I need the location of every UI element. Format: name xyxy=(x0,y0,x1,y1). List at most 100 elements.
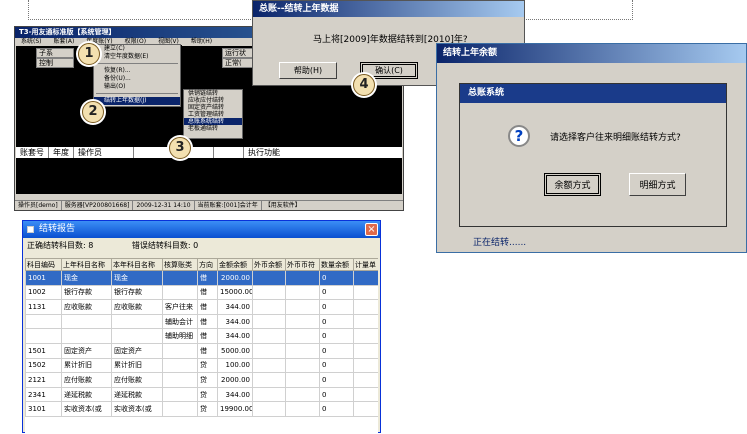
column-header[interactable]: 外币余额 xyxy=(252,258,286,271)
table-cell xyxy=(162,270,198,286)
submenu-item-receivable[interactable]: 应收应付结转 xyxy=(184,97,242,104)
table-row[interactable]: 2341 递延税款 递延税款贷 344.00 0 xyxy=(25,386,378,403)
table-cell: 0 xyxy=(319,401,354,417)
table-cell xyxy=(353,270,378,286)
column-header[interactable]: 方向 xyxy=(197,258,218,271)
table-cell xyxy=(285,284,320,301)
table-cell: 344.00 xyxy=(217,299,253,315)
table-cell xyxy=(61,313,112,330)
submenu-item-general-ledger[interactable]: 总账系统结转 xyxy=(184,118,242,125)
table-row[interactable]: 1002 银行存款 银行存款借 15000.00 0 xyxy=(25,284,378,301)
table-cell: 0 xyxy=(319,299,354,315)
table-cell: 2000.00 xyxy=(217,372,253,388)
table-cell: 1002 xyxy=(25,284,62,301)
table-cell: 0 xyxy=(319,284,354,301)
table-cell: 借 xyxy=(197,313,218,330)
grid-col-function: 执行功能 xyxy=(248,148,280,157)
step-badge-1: 1 xyxy=(78,43,100,65)
table-cell xyxy=(162,401,198,417)
grid-col-account: 账套号 xyxy=(16,147,49,158)
table-cell xyxy=(285,299,320,315)
table-cell xyxy=(353,401,378,417)
task-grid-header: 账套号 年度 操作员 执行功能 xyxy=(16,147,402,158)
table-cell xyxy=(252,401,286,417)
table-row[interactable]: 2121 应付账款 应付账款贷 2000.00 0 xyxy=(25,372,378,388)
column-header[interactable]: 核算账类 xyxy=(162,258,198,271)
column-header[interactable]: 本年科目名称 xyxy=(111,258,163,271)
submenu-item-supply-chain[interactable]: 供销链结转 xyxy=(184,90,242,97)
table-row[interactable]: 3101 实收资本(或 实收资本(或贷 19900.00 0 xyxy=(25,401,378,417)
table-cell: 银行存款 xyxy=(111,284,163,301)
table-cell xyxy=(252,313,286,330)
status-operator: 操作员[demo] xyxy=(15,201,62,210)
report-counts: 正确结转科目数: 8 错误结转科目数: 0 xyxy=(23,238,380,253)
status-bar: 操作员[demo] 服务器[VP200801668] 2009-12-31 14… xyxy=(15,200,403,210)
error-count: 错误结转科目数: 0 xyxy=(131,241,199,250)
column-header[interactable]: 金额余额 xyxy=(217,258,253,271)
table-cell: 应付账款 xyxy=(111,372,163,388)
menu-item-create[interactable]: 建立(C) xyxy=(94,45,180,53)
menu-item-export[interactable]: 输出(O) xyxy=(94,83,180,91)
table-cell: 0 xyxy=(319,372,354,388)
gl-dialog-message: 请选择客户往来明细账结转方式? xyxy=(550,133,681,143)
confirm-dialog-title: 总账--结转上年数据 xyxy=(253,1,524,17)
menu-system[interactable]: 系统(S) xyxy=(21,38,42,46)
table-cell xyxy=(162,372,198,388)
column-header[interactable]: 数量余额 xyxy=(319,258,354,271)
amount-method-button[interactable]: 余额方式 xyxy=(544,173,601,196)
column-header[interactable]: 外币币符 xyxy=(285,258,320,271)
detail-method-button[interactable]: 明细方式 xyxy=(629,173,686,196)
menu-item-restore[interactable]: 恢复(R)... xyxy=(94,67,180,75)
table-cell: 0 xyxy=(319,342,354,359)
table-row[interactable]: 1131 应收账款 应收账款 客户往来借 344.00 0 xyxy=(25,299,378,315)
table-cell: 递延税款 xyxy=(61,386,112,403)
submenu-item-fixed-assets[interactable]: 固定资产结转 xyxy=(184,104,242,111)
table-row[interactable]: 辅助明细借 344.00 0 xyxy=(25,328,378,344)
table-cell xyxy=(25,328,62,344)
submenu-item-boss[interactable]: 老板通结转 xyxy=(184,125,242,132)
window-icon xyxy=(27,226,34,233)
table-cell: 应付账款 xyxy=(61,372,112,388)
correct-count: 正确结转科目数: 8 xyxy=(27,241,94,250)
table-cell: 银行存款 xyxy=(61,284,112,301)
table-cell: 2341 xyxy=(25,386,62,403)
table-cell xyxy=(252,386,286,403)
column-header[interactable]: 上年科目名称 xyxy=(61,258,112,271)
table-cell xyxy=(353,299,378,315)
menu-item-clear[interactable]: 清空年度数据(E) xyxy=(94,53,180,61)
transfer-balance-dialog: 结转上年余额 总账系统 ? 请选择客户往来明细账结转方式? 余额方式 明细方式 … xyxy=(436,43,747,253)
table-cell: 贷 xyxy=(197,357,218,374)
year-account-menu: 建立(C) 清空年度数据(E) 恢复(R)... 备份(U)... 输出(O) … xyxy=(93,44,181,107)
grid-col-blank-2 xyxy=(214,147,244,158)
help-button[interactable]: 帮助(H) xyxy=(279,62,337,79)
table-cell: 固定资产 xyxy=(61,342,112,359)
report-table-container[interactable]: 科目编码 上年科目名称 本年科目名称 核算账类 方向 金额余额 外币余额 外币币符 数量余额 计量… xyxy=(25,258,378,434)
carry-forward-submenu: 供销链结转 应收应付结转 固定资产结转 工资管理结转 总账系统结转 老板通结转 xyxy=(183,89,243,139)
status-server: 服务器[VP200801668] xyxy=(62,201,134,210)
table-cell: 1501 xyxy=(25,342,62,359)
table-cell xyxy=(285,401,320,417)
column-header[interactable]: 科目编码 xyxy=(25,258,62,271)
table-cell: 344.00 xyxy=(217,386,253,403)
table-row[interactable]: 辅助会计借 344.00 0 xyxy=(25,313,378,330)
menu-help[interactable]: 帮助(H) xyxy=(191,38,212,46)
table-cell xyxy=(61,328,112,344)
table-cell: 2000.00 xyxy=(217,270,253,286)
table-cell xyxy=(162,284,198,301)
submenu-item-payroll[interactable]: 工资管理结转 xyxy=(184,111,242,118)
table-cell: 递延税款 xyxy=(111,386,163,403)
status-datetime: 2009-12-31 14:10 xyxy=(133,201,195,210)
table-cell: 0 xyxy=(319,386,354,403)
menu-item-backup[interactable]: 备份(U)... xyxy=(94,75,180,83)
table-cell xyxy=(353,357,378,374)
column-header[interactable]: 计量单 xyxy=(353,258,378,271)
table-row[interactable]: 1001 现金 现金借 2000.00 0 xyxy=(25,270,378,286)
table-cell xyxy=(162,386,198,403)
table-row[interactable]: 1502 累计折旧 累计折旧贷 100.00 0 xyxy=(25,357,378,374)
table-row[interactable]: 1501 固定资产 固定资产借 5000.00 0 xyxy=(25,342,378,359)
cell-control: 控制 xyxy=(36,58,74,68)
menu-account[interactable]: 账套(A) xyxy=(54,38,75,46)
table-cell xyxy=(285,342,320,359)
close-icon[interactable]: × xyxy=(365,223,378,236)
menu-item-carry-forward[interactable]: 结转上年数据(J) xyxy=(94,97,180,105)
